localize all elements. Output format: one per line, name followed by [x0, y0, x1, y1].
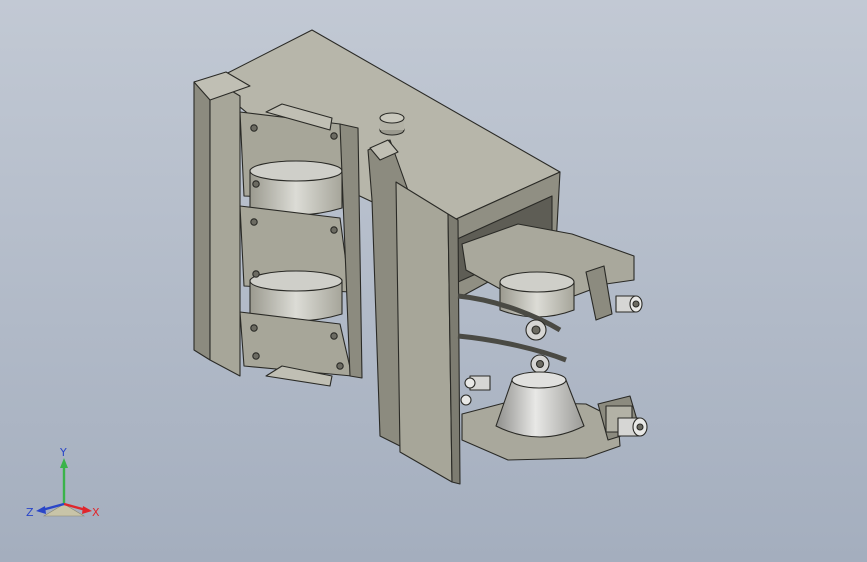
z-axis-arrow [36, 506, 46, 514]
upper-shaft-end [615, 295, 643, 313]
cad-viewport[interactable]: Y X Z [0, 0, 867, 562]
assembly [193, 29, 648, 485]
y-axis-arrow [60, 458, 68, 468]
x-axis-arrow [82, 506, 92, 514]
lower-shaft-end [617, 417, 648, 437]
z-axis-label: Z [26, 506, 34, 519]
3d-model-view[interactable] [0, 0, 867, 562]
drum-module-top [239, 111, 351, 216]
rear-plate-face [209, 77, 241, 377]
rear-plate-edge [193, 77, 211, 361]
axis-triad: Y X Z [26, 446, 100, 519]
drum-module-middle [239, 205, 351, 322]
triad-base [42, 503, 86, 517]
top-knob [379, 112, 405, 136]
front-door-panel [395, 181, 453, 483]
y-axis-label: Y [59, 446, 67, 459]
cone-pulley-housing [495, 371, 585, 438]
drum-module-bottom [239, 311, 353, 377]
left-shaft-end [460, 375, 491, 406]
x-axis-label: X [92, 506, 100, 519]
drive-belt-lower [457, 333, 567, 363]
